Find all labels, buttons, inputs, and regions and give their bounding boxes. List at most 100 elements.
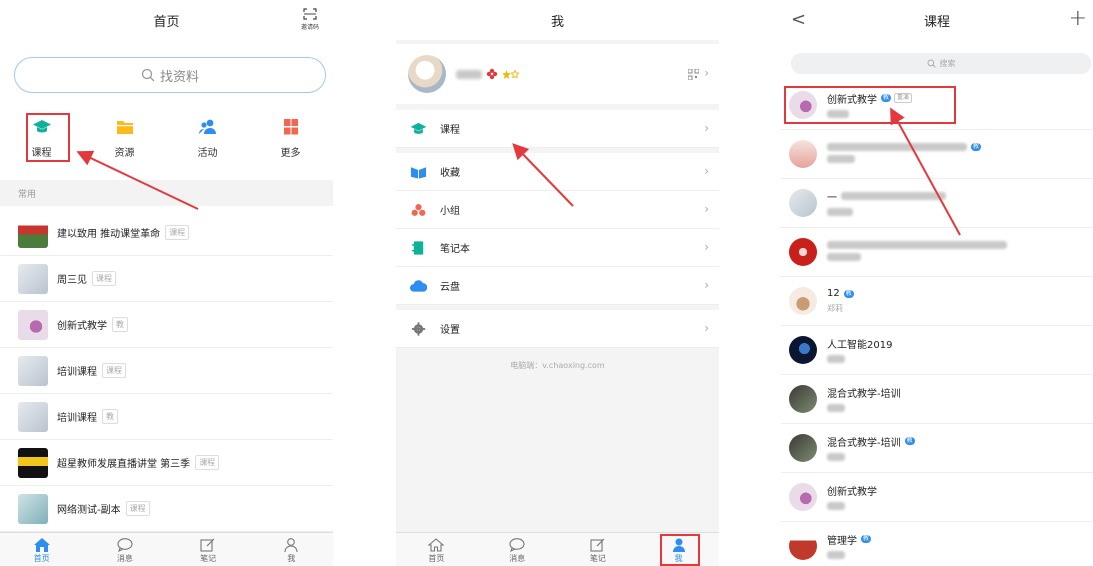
avatar [789, 189, 817, 217]
tab-notes[interactable]: 笔记 [167, 533, 250, 566]
item-title: 网络测试-副本 [57, 505, 121, 516]
annotation-highlight [784, 86, 956, 124]
blurred-text [827, 403, 845, 412]
tab-me[interactable]: 我 [250, 533, 333, 566]
blurred-text [827, 354, 845, 363]
list-item[interactable]: 培训课程 教 [0, 394, 333, 440]
blurred-text [827, 155, 855, 163]
menu-item-favorites[interactable]: 收藏 › [396, 153, 719, 191]
user-name-blurred [456, 69, 482, 79]
quick-resource[interactable]: 资源 [83, 116, 166, 159]
course-title: 12 [827, 288, 840, 299]
chat-icon [509, 538, 525, 552]
course-teacher: 郑莉 [827, 304, 843, 313]
list-item[interactable]: 超星教师发展直播讲堂 第三季 课程 [0, 440, 333, 486]
item-tag: 教 [112, 317, 128, 332]
course-title: 人工智能2019 [827, 339, 893, 351]
list-item[interactable]: 教 [781, 130, 1093, 179]
blurred-text [827, 207, 853, 216]
avatar [789, 434, 817, 462]
avatar [789, 336, 817, 364]
course-title: 创新式教学 [827, 486, 877, 498]
quick-more[interactable]: 更多 [249, 116, 332, 159]
search-placeholder: 搜索 [939, 59, 956, 68]
course-title: 混合式教学-培训 [827, 388, 901, 400]
list-item[interactable]: 混合式教学-培训教 [781, 424, 1093, 473]
me-screen: 我 › 课程 › 收藏 › 小组 › 笔记本 › 云盘 › 设置 › 电脑端：v… [396, 0, 719, 566]
list-item[interactable]: 12 教 郑莉 [781, 277, 1093, 326]
course-list: 创新式教学教重演 教 一 12 教 郑莉 人工智能2019 混合式教学-培训 混… [781, 81, 1093, 566]
menu-label: 小组 [440, 206, 460, 217]
menu-group-main: 收藏 › 小组 › 笔记本 › 云盘 › [396, 153, 719, 305]
list-item[interactable]: 培训课程 课程 [0, 348, 333, 394]
tab-messages[interactable]: 消息 [477, 533, 558, 566]
chevron-right-icon: › [704, 164, 709, 178]
blurred-text [827, 501, 845, 510]
list-item[interactable]: 人工智能2019 [781, 326, 1093, 375]
list-item[interactable]: 创新式教学 [781, 473, 1093, 522]
menu-label: 课程 [440, 125, 460, 136]
course-title: 管理学 [827, 535, 857, 547]
course-thumbnail [18, 217, 48, 248]
chat-icon [117, 538, 133, 552]
profile-card[interactable]: › [396, 44, 719, 104]
chevron-right-icon: › [704, 321, 709, 335]
tab-home[interactable]: 首页 [396, 533, 477, 566]
quick-activity[interactable]: 活动 [166, 116, 249, 159]
annotation-highlight [26, 113, 70, 162]
avatar [789, 385, 817, 413]
menu-item-settings[interactable]: 设置 › [396, 310, 719, 348]
course-thumbnail [18, 493, 48, 524]
menu-item-notebook[interactable]: 笔记本 › [396, 229, 719, 267]
flower-icon [486, 68, 498, 80]
me-header: 我 [396, 0, 719, 40]
list-item[interactable]: 管理学教 [781, 522, 1093, 566]
chevron-right-icon: › [704, 121, 709, 135]
tab-label: 消息 [116, 554, 133, 563]
list-item[interactable] [781, 228, 1093, 277]
invite-code-button[interactable]: 邀请码 [301, 8, 319, 32]
gear-icon [411, 321, 426, 336]
list-item[interactable]: 建以致用 推动课堂革命 课程 [0, 210, 333, 256]
qr-code-icon [688, 69, 699, 80]
menu-item-course[interactable]: 课程 › [396, 110, 719, 148]
frequent-list: 建以致用 推动课堂革命 课程 周三见 课程 创新式教学 教 培训课程 课程 培训… [0, 210, 333, 532]
annotation-highlight [660, 534, 700, 566]
chevron-right-icon: › [704, 278, 709, 292]
item-tag: 课程 [165, 225, 190, 240]
add-course-button[interactable]: + [1069, 6, 1087, 31]
scan-icon [303, 8, 317, 20]
course-thumbnail [18, 309, 48, 340]
avatar [408, 55, 446, 93]
list-item[interactable]: 周三见 课程 [0, 256, 333, 302]
item-tag: 课程 [195, 455, 220, 470]
search-input[interactable]: 找资料 [14, 57, 326, 93]
menu-item-cloud[interactable]: 云盘 › [396, 267, 719, 305]
blurred-text [827, 241, 1007, 249]
tab-label: 笔记 [589, 554, 606, 563]
list-item[interactable]: 混合式教学-培训 [781, 375, 1093, 424]
course-title: 混合式教学-培训 [827, 437, 901, 449]
courses-header: < 课程 + [781, 0, 1093, 40]
item-title: 培训课程 [57, 367, 97, 378]
blurred-text [827, 253, 861, 261]
tab-notes[interactable]: 笔记 [558, 533, 639, 566]
edit-icon [590, 538, 605, 552]
list-item[interactable]: 一 [781, 179, 1093, 228]
list-item[interactable]: 创新式教学 教 [0, 302, 333, 348]
blurred-text [827, 452, 845, 461]
back-button[interactable]: < [791, 9, 806, 30]
menu-item-groups[interactable]: 小组 › [396, 191, 719, 229]
tab-home[interactable]: 首页 [0, 533, 83, 566]
menu-label: 收藏 [440, 168, 460, 179]
tab-messages[interactable]: 消息 [83, 533, 166, 566]
folder-icon [116, 121, 133, 134]
chevron-right-icon: › [704, 66, 709, 80]
tab-label: 首页 [428, 554, 445, 563]
avatar [789, 140, 817, 168]
chevron-right-icon: › [704, 202, 709, 216]
menu-label: 笔记本 [440, 244, 470, 255]
item-title: 建以致用 推动课堂革命 [57, 229, 161, 240]
search-input[interactable]: 搜索 [791, 53, 1091, 74]
list-item[interactable]: 网络测试-副本 课程 [0, 486, 333, 532]
